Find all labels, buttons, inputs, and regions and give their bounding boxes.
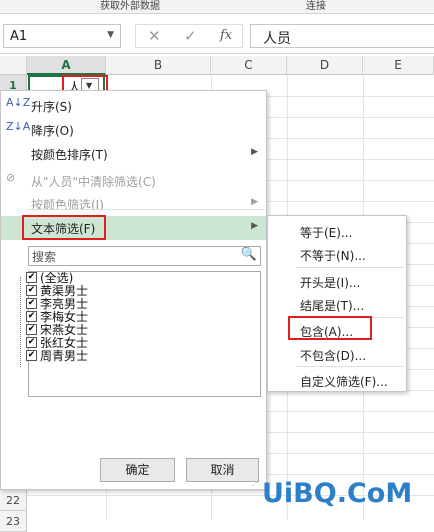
submenu-ends-with[interactable]: 结尾是(T)...	[268, 292, 406, 316]
submenu-begins-with[interactable]: 开头是(I)...	[268, 269, 406, 293]
menu-separator	[28, 209, 264, 210]
cancel-icon[interactable]: ✕	[148, 27, 161, 45]
cancel-button[interactable]: 取消	[186, 458, 259, 482]
menu-item-label: 按颜色排序(T)	[31, 148, 108, 162]
ribbon-group-get-external-data: 获取外部数据	[100, 1, 160, 12]
menu-item-label: 降序(O)	[31, 124, 74, 138]
menu-filter-by-color[interactable]: 按颜色筛选(I) ▶	[1, 192, 266, 216]
menu-sort-by-color[interactable]: 按颜色排序(T) ▶	[1, 142, 266, 166]
name-box[interactable]: A1 ▼	[3, 24, 121, 48]
search-icon: 🔍	[240, 247, 257, 262]
annotation-highlight-contains	[288, 316, 372, 340]
annotation-highlight-text-filter	[22, 215, 106, 240]
watermark-logo: UiBQ.CoM	[262, 478, 413, 509]
insert-function-icon[interactable]: fx	[220, 28, 232, 43]
checkbox[interactable]: ✔	[26, 272, 37, 283]
formula-value: 人员	[263, 31, 291, 47]
checkbox[interactable]: ✔	[26, 324, 37, 335]
ok-button[interactable]: 确定	[100, 458, 175, 482]
submenu-item-label: 不包含(D)...	[300, 349, 367, 363]
submenu-item-label: 等于(E)...	[300, 226, 353, 240]
submenu-separator	[296, 366, 404, 367]
checkbox[interactable]: ✔	[26, 311, 37, 322]
sort-descending-icon: Z↓A	[6, 120, 31, 133]
ribbon-group-connections: 连接	[306, 1, 326, 12]
select-all-corner[interactable]	[0, 56, 27, 75]
column-header-row: A B C D E	[0, 56, 434, 75]
submenu-separator	[296, 267, 404, 268]
column-header-e[interactable]: E	[363, 56, 434, 75]
submenu-arrow-icon: ▶	[251, 147, 258, 157]
checkbox[interactable]: ✔	[26, 337, 37, 348]
menu-item-label: 从"人员"中清除筛选(C)	[31, 175, 156, 189]
column-header-a[interactable]: A	[27, 56, 106, 75]
column-header-c[interactable]: C	[211, 56, 287, 75]
submenu-item-label: 不等于(N)...	[300, 249, 366, 263]
chevron-down-icon[interactable]: ▼	[107, 30, 114, 40]
resize-grip-icon[interactable]: ⋰	[252, 478, 260, 487]
enter-icon[interactable]: ✓	[184, 27, 197, 45]
menu-clear-filter[interactable]: ⊘ 从"人员"中清除筛选(C)	[1, 169, 266, 193]
submenu-does-not-contain[interactable]: 不包含(D)...	[268, 342, 406, 366]
column-header-d[interactable]: D	[287, 56, 363, 75]
menu-sort-descending[interactable]: Z↓A 降序(O)	[1, 118, 266, 142]
menu-sort-ascending[interactable]: A↓Z 升序(S)	[1, 94, 266, 118]
submenu-arrow-icon: ▶	[251, 197, 258, 207]
checkbox[interactable]: ✔	[26, 285, 37, 296]
checkbox[interactable]: ✔	[26, 298, 37, 309]
text-filter-submenu: 等于(E)... 不等于(N)... 开头是(I)... 结尾是(T)... 包…	[267, 215, 407, 392]
submenu-equals[interactable]: 等于(E)...	[268, 219, 406, 243]
submenu-custom-filter[interactable]: 自定义筛选(F)...	[268, 368, 406, 392]
formula-input[interactable]: 人员	[250, 24, 434, 48]
row-header-22[interactable]: 22	[0, 490, 27, 511]
row-header-23[interactable]: 23	[0, 511, 27, 532]
search-input[interactable]: 搜索 🔍	[28, 246, 261, 266]
checkbox[interactable]: ✔	[26, 350, 37, 361]
submenu-item-label: 结尾是(T)...	[300, 299, 365, 313]
list-item-label: 周青男士	[40, 349, 89, 363]
search-placeholder: 搜索	[32, 250, 57, 264]
column-header-b[interactable]: B	[106, 56, 211, 75]
submenu-item-label: 开头是(I)...	[300, 276, 361, 290]
submenu-arrow-icon: ▶	[251, 221, 258, 231]
formula-buttons: ✕ ✓ fx	[135, 24, 243, 48]
formula-bar: A1 ▼ ✕ ✓ fx 人员	[0, 14, 434, 54]
submenu-not-equals[interactable]: 不等于(N)...	[268, 242, 406, 266]
ribbon-strip: 获取外部数据 连接	[0, 0, 434, 14]
name-box-value: A1	[10, 29, 28, 44]
menu-item-label: 按颜色筛选(I)	[31, 198, 104, 212]
clear-filter-icon: ⊘	[6, 171, 16, 184]
tree-connector	[20, 277, 21, 367]
menu-item-label: 升序(S)	[31, 100, 72, 114]
sort-ascending-icon: A↓Z	[6, 96, 31, 109]
submenu-item-label: 自定义筛选(F)...	[300, 375, 388, 389]
